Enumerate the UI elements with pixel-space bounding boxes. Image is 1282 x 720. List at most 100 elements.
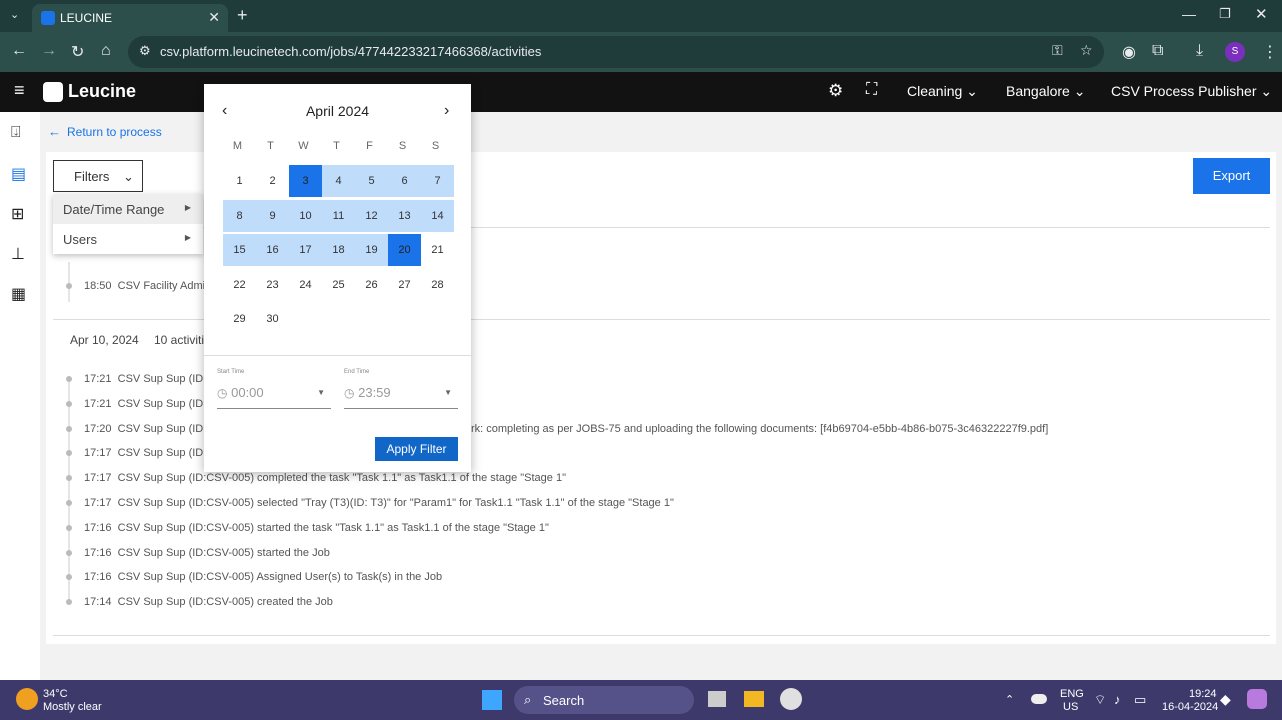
- apply-filter-button[interactable]: Apply Filter: [375, 437, 458, 461]
- chrome-icon[interactable]: [780, 688, 802, 710]
- cloud-icon[interactable]: [1031, 694, 1047, 704]
- download-icon[interactable]: ⤓: [1196, 42, 1203, 60]
- return-to-process-link[interactable]: Return to process: [67, 125, 162, 139]
- camera-icon[interactable]: ◉: [1122, 42, 1136, 62]
- inbox-icon[interactable]: ⍗: [11, 124, 29, 142]
- calendar-day[interactable]: 9: [256, 199, 289, 232]
- ontology-icon[interactable]: ▦: [11, 284, 29, 303]
- calendar-day[interactable]: 13: [388, 199, 421, 232]
- calendar-day[interactable]: 30: [256, 303, 289, 335]
- hamburger-menu-icon[interactable]: ≡: [14, 80, 25, 101]
- menu-item-users[interactable]: Users ▶: [53, 224, 203, 254]
- menu-item-date-time-range[interactable]: Date/Time Range ▶: [53, 194, 203, 224]
- next-month-icon[interactable]: ›: [444, 102, 449, 120]
- location-selector[interactable]: Bangalore ⌄: [1006, 83, 1085, 100]
- scan-icon[interactable]: ⛶: [866, 81, 877, 99]
- hierarchy-icon[interactable]: ⊥: [11, 244, 29, 263]
- forward-arrow-icon[interactable]: →: [41, 42, 57, 60]
- calendar-day[interactable]: 17: [289, 234, 322, 266]
- calendar-day[interactable]: 28: [421, 269, 454, 301]
- process-icon[interactable]: ⊞: [11, 204, 29, 223]
- activity-row: 17:21 CSV Sup Sup (ID:C: [66, 398, 214, 410]
- calendar-day[interactable]: 10: [289, 199, 322, 232]
- calendar-day[interactable]: 1: [223, 165, 256, 197]
- wifi-icon[interactable]: ⌔: [1094, 692, 1106, 708]
- activity-row: 17:16 CSV Sup Sup (ID:CSV-005) Assigned …: [66, 571, 442, 583]
- weather-icon[interactable]: [16, 688, 38, 710]
- notification-bell-icon[interactable]: ◆: [1220, 691, 1231, 708]
- start-time-field[interactable]: ◷ 00:00 ▼: [217, 385, 331, 409]
- site-info-icon[interactable]: ⚙: [139, 43, 151, 59]
- back-arrow-icon[interactable]: ←: [48, 124, 61, 139]
- key-icon[interactable]: ⚿: [1052, 42, 1063, 59]
- settings-gear-icon[interactable]: ⚙: [828, 81, 843, 101]
- calendar-day[interactable]: 15: [223, 234, 256, 266]
- more-menu-icon[interactable]: ⋮: [1262, 42, 1278, 62]
- calendar-day[interactable]: 24: [289, 269, 322, 301]
- browser-tab-bar: ⌄ LEUCINE ✕ + — ❐ ✕: [0, 0, 1282, 32]
- calendar-day[interactable]: 6: [388, 165, 421, 197]
- role-selector[interactable]: CSV Process Publisher ⌄: [1111, 83, 1272, 100]
- activity-text: CSV Sup Sup (ID:CSV-005) started the Job: [117, 546, 330, 559]
- chevron-up-icon[interactable]: ⌃: [1005, 693, 1014, 706]
- calendar-day[interactable]: 8: [223, 199, 256, 232]
- timeline-dot: [66, 574, 72, 581]
- task-view-icon[interactable]: [708, 691, 726, 707]
- minimize-icon[interactable]: —: [1182, 6, 1196, 22]
- calendar-day[interactable]: 25: [322, 269, 355, 301]
- activity-text: CSV Sup Sup (ID:C: [117, 447, 215, 460]
- file-explorer-icon[interactable]: [744, 691, 764, 707]
- facility-selector[interactable]: Cleaning ⌄: [907, 83, 978, 100]
- start-windows-icon[interactable]: [482, 690, 502, 710]
- calendar-day[interactable]: 3: [289, 165, 322, 197]
- timeline-dot: [66, 549, 72, 556]
- volume-icon[interactable]: ♪: [1114, 692, 1121, 707]
- lang-primary[interactable]: ENG: [1060, 688, 1084, 700]
- copilot-icon[interactable]: [1247, 689, 1267, 709]
- close-icon[interactable]: ✕: [208, 9, 220, 26]
- calendar-day[interactable]: 23: [256, 269, 289, 301]
- export-button[interactable]: Export: [1193, 158, 1270, 194]
- calendar-day[interactable]: 20: [388, 234, 421, 266]
- calendar-day[interactable]: 11: [322, 199, 355, 232]
- taskbar-search[interactable]: ⌕ Search: [514, 686, 694, 714]
- jobs-clipboard-icon[interactable]: ▤: [11, 164, 29, 183]
- calendar-day[interactable]: 4: [322, 165, 355, 197]
- calendar-day[interactable]: 7: [421, 165, 454, 197]
- tab-list-icon[interactable]: ⌄: [10, 8, 19, 21]
- activity-text: CSV Sup Sup (ID:CSV-005) selected "Tray …: [117, 497, 674, 509]
- calendar-day[interactable]: 21: [421, 234, 454, 266]
- back-arrow-icon[interactable]: ←: [11, 42, 27, 60]
- window-close-icon[interactable]: ✕: [1255, 5, 1268, 23]
- reload-icon[interactable]: ↻: [71, 42, 84, 62]
- restore-icon[interactable]: ❐: [1219, 6, 1231, 22]
- weekday-label: S: [398, 140, 407, 152]
- activity-row: 17:17 CSV Sup Sup (ID:CSV-005) completed…: [66, 472, 566, 484]
- calendar-day[interactable]: 26: [355, 269, 388, 301]
- end-time-field[interactable]: ◷ 23:59 ▼: [344, 385, 458, 409]
- calendar-day[interactable]: 5: [355, 165, 388, 197]
- home-icon[interactable]: ⌂: [101, 42, 111, 60]
- filters-button[interactable]: Filters ⌄: [53, 160, 143, 192]
- clock-time[interactable]: 19:24: [1189, 688, 1217, 700]
- clock-date[interactable]: 16-04-2024: [1162, 701, 1218, 713]
- calendar-day[interactable]: 14: [421, 199, 454, 232]
- calendar-day[interactable]: 29: [223, 303, 256, 335]
- calendar-day[interactable]: 16: [256, 234, 289, 266]
- address-bar[interactable]: ⚙ csv.platform.leucinetech.com/jobs/4774…: [128, 36, 1104, 68]
- new-tab-icon[interactable]: +: [237, 5, 248, 26]
- star-icon[interactable]: ☆: [1080, 42, 1093, 59]
- calendar-day[interactable]: 2: [256, 165, 289, 197]
- battery-icon[interactable]: ▭: [1134, 692, 1146, 708]
- profile-avatar[interactable]: S: [1225, 42, 1245, 62]
- calendar-day[interactable]: 18: [322, 234, 355, 266]
- browser-tab[interactable]: LEUCINE ✕: [32, 4, 228, 32]
- calendar-day[interactable]: 27: [388, 269, 421, 301]
- divider: [204, 355, 471, 356]
- calendar-day[interactable]: 22: [223, 269, 256, 301]
- calendar-day[interactable]: 12: [355, 199, 388, 232]
- lang-secondary[interactable]: US: [1063, 701, 1078, 713]
- activity-time: 17:17: [84, 497, 112, 509]
- extensions-icon[interactable]: ⧉: [1152, 42, 1163, 60]
- calendar-day[interactable]: 19: [355, 234, 388, 266]
